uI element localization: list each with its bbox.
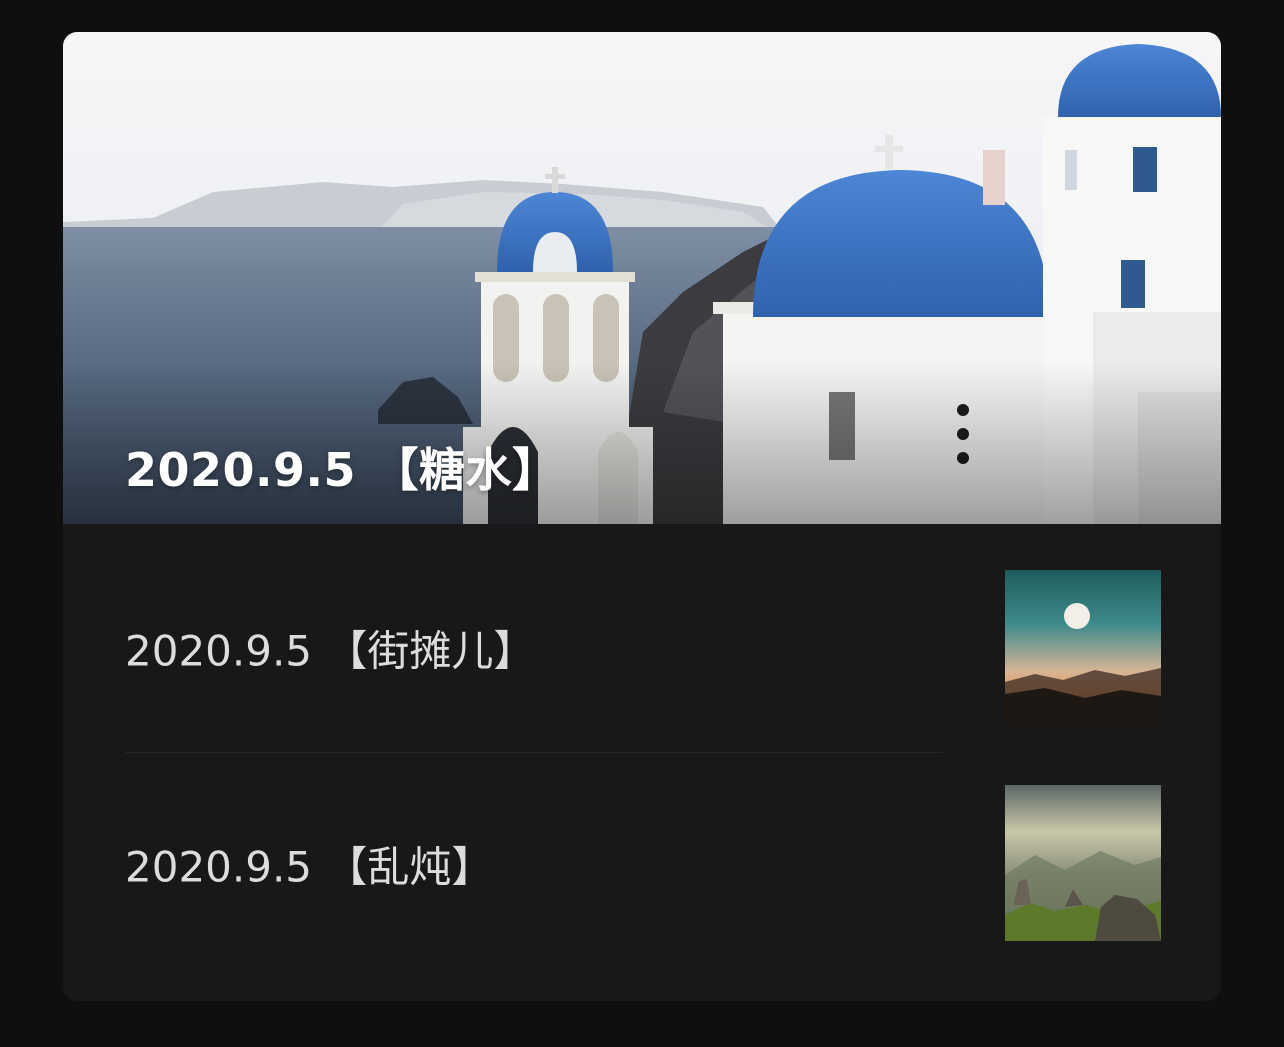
list-divider [125,752,943,753]
article-thumbnail [1005,570,1161,726]
list-item[interactable]: 2020.9.5 【街摊儿】 [125,540,1159,756]
article-title: 2020.9.5 【乱炖】 [125,842,494,892]
list-item[interactable]: 2020.9.5 【乱炖】 [125,756,1159,972]
article-card: 2020.9.5 【糖水】 2020.9.5 【街摊儿】 2020.9.5 【乱… [63,32,1221,1001]
article-title: 2020.9.5 【街摊儿】 [125,626,536,676]
featured-article-title: 2020.9.5 【糖水】 [125,443,559,497]
article-thumbnail [1005,785,1161,941]
featured-article[interactable]: 2020.9.5 【糖水】 [63,32,1221,524]
